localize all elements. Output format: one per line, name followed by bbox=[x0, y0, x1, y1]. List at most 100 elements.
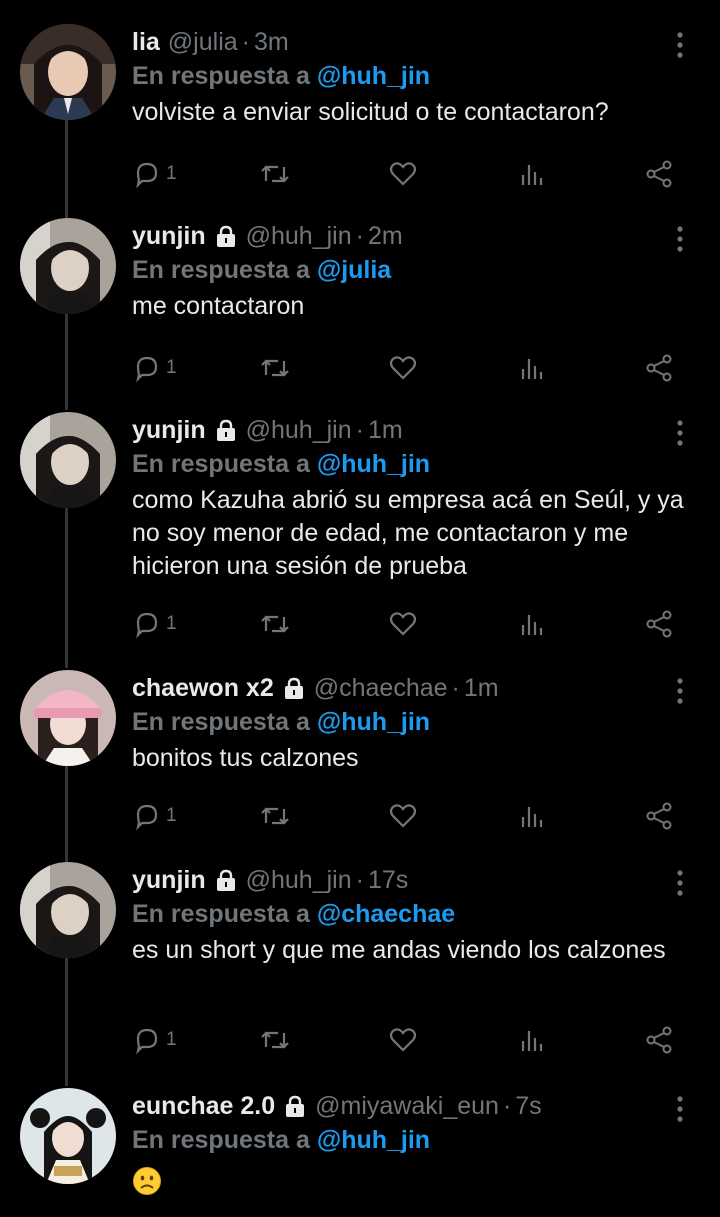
display-name[interactable]: lia bbox=[132, 24, 160, 60]
share-icon bbox=[646, 802, 672, 830]
timestamp[interactable]: 1m bbox=[464, 670, 499, 706]
heart-icon bbox=[389, 162, 417, 186]
more-options-icon[interactable] bbox=[670, 224, 690, 254]
reply-mention-link[interactable]: @huh_jin bbox=[317, 62, 430, 90]
views-button[interactable] bbox=[518, 1020, 546, 1060]
username[interactable]: @chaechae bbox=[314, 670, 448, 706]
reply-button[interactable]: 1 bbox=[132, 154, 177, 194]
retweet-icon bbox=[261, 1031, 289, 1049]
views-button[interactable] bbox=[518, 604, 546, 644]
tweet-actions: 1 bbox=[132, 604, 692, 644]
replying-to-label: En respuesta a bbox=[132, 256, 310, 284]
separator-dot: · bbox=[241, 28, 250, 56]
more-options-icon[interactable] bbox=[670, 1094, 690, 1124]
username[interactable]: @huh_jin bbox=[246, 412, 352, 448]
views-icon bbox=[521, 165, 543, 185]
like-button[interactable] bbox=[388, 154, 418, 194]
tweet-header: yunjin @huh_jin · 17s bbox=[132, 862, 680, 898]
views-button[interactable] bbox=[518, 348, 546, 388]
tweet[interactable]: chaewon x2 @chaechae · 1m En respuesta a… bbox=[0, 670, 720, 846]
reply-mention-link[interactable]: @julia bbox=[317, 256, 391, 284]
reply-button[interactable]: 1 bbox=[132, 348, 177, 388]
reply-count: 1 bbox=[166, 805, 177, 826]
tweet-actions: 1 bbox=[132, 796, 692, 836]
share-button[interactable] bbox=[644, 604, 674, 644]
lock-icon bbox=[216, 869, 235, 891]
tweet[interactable]: lia @julia · 3m En respuesta a @huh_jin … bbox=[0, 24, 720, 200]
username[interactable]: @huh_jin bbox=[246, 218, 352, 254]
retweet-button[interactable] bbox=[258, 604, 292, 644]
more-options-icon[interactable] bbox=[670, 676, 690, 706]
retweet-button[interactable] bbox=[258, 348, 292, 388]
views-icon bbox=[521, 1031, 543, 1051]
timestamp[interactable]: 3m bbox=[254, 24, 289, 60]
heart-icon bbox=[389, 1028, 417, 1052]
username[interactable]: @miyawaki_eun bbox=[315, 1088, 499, 1124]
like-button[interactable] bbox=[388, 1020, 418, 1060]
reply-icon bbox=[136, 356, 158, 383]
avatar-girl-icon[interactable] bbox=[20, 24, 116, 120]
share-button[interactable] bbox=[644, 1020, 674, 1060]
username[interactable]: @julia bbox=[168, 24, 238, 60]
tweet[interactable]: yunjin @huh_jin · 2m En respuesta a @jul… bbox=[0, 218, 720, 394]
timestamp[interactable]: 7s bbox=[515, 1088, 541, 1124]
reply-button[interactable]: 1 bbox=[132, 796, 177, 836]
tweet[interactable]: yunjin @huh_jin · 17s En respuesta a @ch… bbox=[0, 862, 720, 1068]
share-button[interactable] bbox=[644, 796, 674, 836]
avatar-twintails-icon[interactable] bbox=[20, 1088, 116, 1184]
frowning-face-emoji bbox=[133, 1167, 161, 1195]
reply-button[interactable]: 1 bbox=[132, 1020, 177, 1060]
retweet-icon bbox=[261, 615, 289, 633]
tweet-text bbox=[132, 1160, 702, 1205]
tweet-text: bonitos tus calzones bbox=[132, 744, 359, 772]
more-options-icon[interactable] bbox=[670, 868, 690, 898]
reply-mention-link[interactable]: @huh_jin bbox=[317, 450, 430, 478]
reply-count: 1 bbox=[166, 163, 177, 184]
reply-count: 1 bbox=[166, 357, 177, 378]
timestamp[interactable]: 1m bbox=[368, 412, 403, 448]
avatar-dark-hair-icon[interactable] bbox=[20, 862, 116, 958]
heart-icon bbox=[389, 612, 417, 636]
display-name[interactable]: eunchae 2.0 bbox=[132, 1088, 275, 1124]
tweet-text: volviste a enviar solicitud o te contact… bbox=[132, 98, 609, 126]
views-icon bbox=[521, 807, 543, 827]
avatar-dark-hair-icon[interactable] bbox=[20, 412, 116, 508]
retweet-icon bbox=[261, 807, 289, 825]
more-options-icon[interactable] bbox=[670, 418, 690, 448]
reply-mention-link[interactable]: @huh_jin bbox=[317, 708, 430, 736]
reply-mention-link[interactable]: @chaechae bbox=[317, 900, 455, 928]
tweet[interactable]: eunchae 2.0 @miyawaki_eun · 7s En respue… bbox=[0, 1088, 720, 1217]
separator-dot: · bbox=[502, 1092, 512, 1120]
views-button[interactable] bbox=[518, 796, 546, 836]
username[interactable]: @huh_jin bbox=[246, 862, 352, 898]
avatar-pink-hat-icon[interactable] bbox=[20, 670, 116, 766]
retweet-button[interactable] bbox=[258, 154, 292, 194]
like-button[interactable] bbox=[388, 348, 418, 388]
more-options-icon[interactable] bbox=[670, 30, 690, 60]
like-button[interactable] bbox=[388, 604, 418, 644]
views-button[interactable] bbox=[518, 154, 546, 194]
reply-thread: lia @julia · 3m En respuesta a @huh_jin … bbox=[0, 0, 720, 1217]
like-button[interactable] bbox=[388, 796, 418, 836]
display-name[interactable]: chaewon x2 bbox=[132, 670, 274, 706]
display-name[interactable]: yunjin bbox=[132, 862, 206, 898]
replying-to-label: En respuesta a bbox=[132, 900, 310, 928]
retweet-button[interactable] bbox=[258, 796, 292, 836]
tweet-header: yunjin @huh_jin · 1m bbox=[132, 412, 680, 448]
tweet[interactable]: yunjin @huh_jin · 1m En respuesta a @huh… bbox=[0, 412, 720, 650]
display-name[interactable]: yunjin bbox=[132, 218, 206, 254]
timestamp[interactable]: 2m bbox=[368, 218, 403, 254]
share-icon bbox=[646, 354, 672, 382]
timestamp[interactable]: 17s bbox=[368, 862, 408, 898]
share-icon bbox=[646, 610, 672, 638]
reply-button[interactable]: 1 bbox=[132, 604, 177, 644]
share-button[interactable] bbox=[644, 348, 674, 388]
share-button[interactable] bbox=[644, 154, 674, 194]
replying-to-label: En respuesta a bbox=[132, 708, 310, 736]
reply-mention-link[interactable]: @huh_jin bbox=[317, 1126, 430, 1154]
display-name[interactable]: yunjin bbox=[132, 412, 206, 448]
retweet-button[interactable] bbox=[258, 1020, 292, 1060]
avatar-dark-hair-icon[interactable] bbox=[20, 218, 116, 314]
reply-count: 1 bbox=[166, 1029, 177, 1050]
share-icon bbox=[646, 160, 672, 188]
